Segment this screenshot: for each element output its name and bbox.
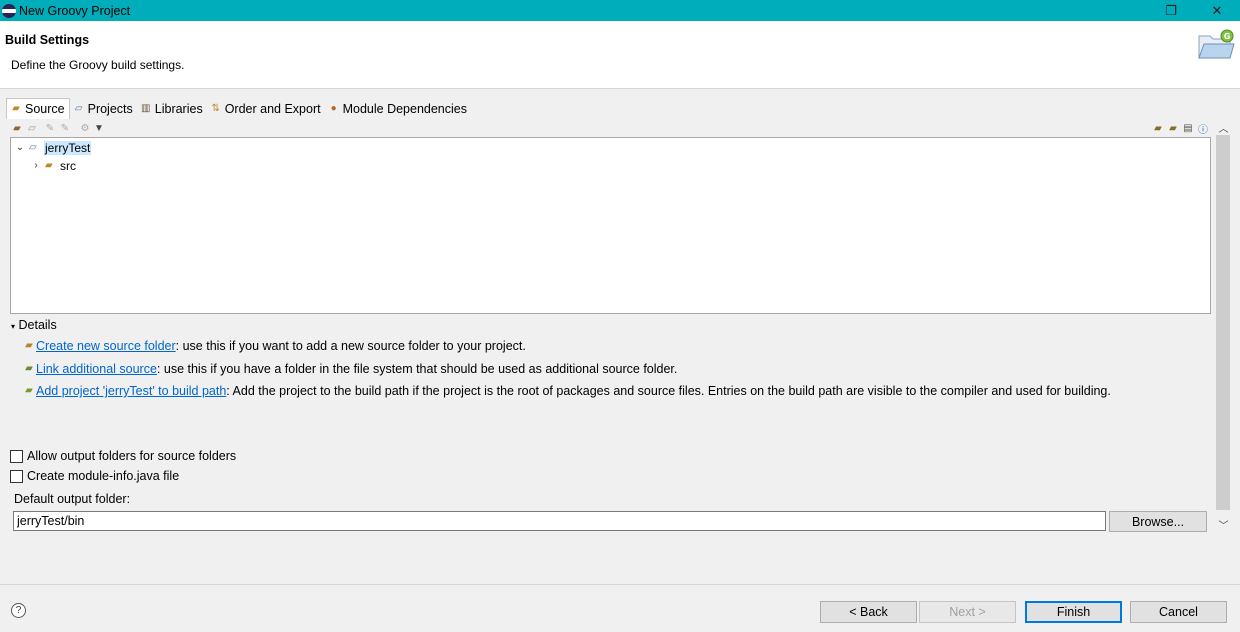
collapse-chevron-icon[interactable]: ⌄: [13, 142, 27, 153]
libraries-icon: ▥: [141, 102, 151, 114]
link-folder-icon[interactable]: ▱: [25, 121, 39, 135]
default-output-folder-input[interactable]: [13, 511, 1106, 531]
groovy-folder-icon: G: [1198, 29, 1235, 59]
tab-libraries-label: Libraries: [154, 101, 203, 116]
tab-source-label: Source: [25, 102, 65, 116]
tree-node-label: src: [60, 158, 76, 173]
allow-output-folders-label: Allow output folders for source folders: [27, 449, 237, 463]
svg-text:G: G: [1224, 32, 1231, 41]
window-title: New Groovy Project: [19, 3, 131, 18]
create-module-info-checkbox[interactable]: [10, 469, 23, 483]
detail-create-source: ▰ Create new source folder : use this if…: [23, 339, 526, 353]
tree-node-src[interactable]: › ▰ src: [29, 157, 76, 174]
page-title: Build Settings: [5, 33, 90, 47]
title-bar: New Groovy Project — ❐ ✕: [0, 0, 1240, 21]
new-source-folder-icon[interactable]: ▰: [1151, 121, 1165, 135]
tree-toolbar: ▰ ▱ ✎ ✎ ⚙ ▼ ▰ ▰ ▤ ⓘ: [10, 121, 1210, 137]
next-button[interactable]: Next >: [919, 601, 1016, 623]
triangle-down-icon: ▾: [11, 322, 16, 331]
maximize-button[interactable]: ❐: [1148, 0, 1194, 21]
detail-text: : use this if you want to add a new sour…: [175, 339, 526, 353]
help-button[interactable]: ?: [11, 603, 26, 618]
help-icon[interactable]: ⓘ: [1196, 121, 1210, 136]
tab-libraries[interactable]: ▥ Libraries: [137, 98, 207, 119]
source-folder-icon: ▰: [12, 103, 20, 114]
source-tree[interactable]: ⌄ ▱ jerryTest › ▰ src: [10, 137, 1211, 314]
include-icon[interactable]: ✎: [43, 121, 57, 135]
close-button[interactable]: ✕: [1194, 0, 1240, 21]
tab-module-dependencies-label: Module Dependencies: [342, 101, 467, 116]
default-output-folder-label: Default output folder:: [14, 492, 131, 506]
allow-output-folders-checkbox-row[interactable]: Allow output folders for source folders: [10, 449, 236, 463]
wizard-header: Build Settings Define the Groovy build s…: [0, 21, 1240, 89]
project-folder-icon: ▱: [29, 141, 37, 153]
tab-module-dependencies[interactable]: ● Module Dependencies: [325, 98, 471, 119]
tab-projects[interactable]: ▱ Projects: [70, 98, 137, 119]
detail-text: : Add the project to the build path if t…: [226, 384, 1111, 398]
module-dependencies-icon: ●: [330, 102, 337, 114]
tab-bar: ▰ Source ▱ Projects ▥ Libraries ⇅ Order …: [6, 98, 471, 119]
tab-projects-label: Projects: [87, 101, 133, 116]
new-folder-icon: ▰: [25, 340, 33, 351]
detail-add-project: ▰ Add project 'jerryTest' to build path …: [23, 384, 1111, 398]
scroll-up-icon[interactable]: ︿: [1215, 119, 1232, 136]
finish-button[interactable]: Finish: [1025, 601, 1122, 623]
order-export-icon: ⇅: [211, 102, 220, 114]
exclude-icon[interactable]: ✎: [58, 121, 72, 135]
detail-link-source: ▰ Link additional source : use this if y…: [23, 362, 677, 376]
add-folder-icon[interactable]: ▰: [10, 121, 24, 135]
scroll-down-icon[interactable]: ﹀: [1215, 516, 1232, 533]
allow-output-folders-checkbox[interactable]: [10, 449, 23, 463]
link-source-icon[interactable]: ▰: [1166, 121, 1180, 135]
tab-source[interactable]: ▰ Source: [6, 98, 70, 119]
back-button[interactable]: < Back: [820, 601, 917, 623]
link-folder-icon: ▰: [25, 363, 33, 374]
expand-chevron-icon[interactable]: ›: [29, 160, 43, 171]
dropdown-chevron-icon[interactable]: ▼: [92, 121, 106, 135]
source-folder-icon: ▰: [45, 159, 53, 171]
page-description: Define the Groovy build settings.: [11, 58, 185, 72]
create-module-info-checkbox-row[interactable]: Create module-info.java file: [10, 469, 179, 483]
create-source-folder-link[interactable]: Create new source folder: [36, 339, 176, 353]
footer-divider: [0, 584, 1240, 585]
projects-icon: ▱: [74, 102, 83, 114]
link-additional-source-link[interactable]: Link additional source: [36, 362, 157, 376]
add-project-to-build-path-link[interactable]: Add project 'jerryTest' to build path: [36, 384, 226, 398]
details-heading: Details: [18, 318, 57, 332]
tree-node-project[interactable]: ⌄ ▱ jerryTest: [13, 139, 92, 156]
create-module-info-label: Create module-info.java file: [27, 469, 180, 483]
tree-node-label: jerryTest: [44, 140, 92, 155]
details-section-toggle[interactable]: ▾ Details: [11, 318, 57, 332]
tab-order-and-export[interactable]: ⇅ Order and Export: [207, 98, 325, 119]
detail-text: : use this if you have a folder in the f…: [156, 362, 678, 376]
eclipse-app-icon: [2, 3, 16, 18]
add-project-icon: ▰: [25, 385, 33, 396]
configure-icon[interactable]: ⚙: [78, 121, 92, 135]
collapse-all-icon[interactable]: ▤: [1181, 121, 1195, 135]
scrollbar-thumb[interactable]: [1216, 135, 1230, 510]
minimize-button[interactable]: —: [1102, 0, 1148, 21]
tab-order-export-label: Order and Export: [224, 101, 321, 116]
cancel-button[interactable]: Cancel: [1130, 601, 1227, 623]
source-tab-panel: ▰ ▱ ✎ ✎ ⚙ ▼ ▰ ▰ ▤ ⓘ ⌄ ▱ jerryTest › ▰ sr…: [7, 118, 1213, 536]
browse-button[interactable]: Browse...: [1109, 511, 1207, 532]
vertical-scrollbar[interactable]: ︿ ﹀: [1215, 119, 1232, 534]
